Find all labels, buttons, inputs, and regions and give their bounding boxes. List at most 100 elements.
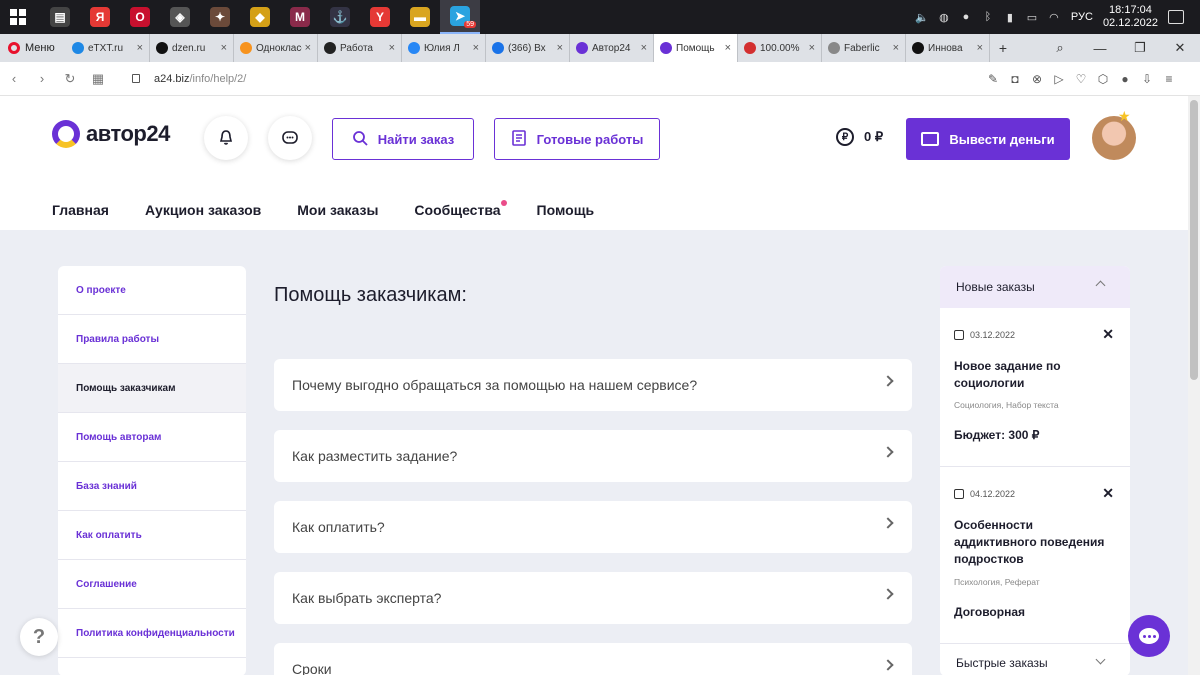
restore-icon[interactable]: ❐ <box>1120 40 1160 56</box>
browser-tab[interactable]: eTXT.ru × <box>66 34 150 62</box>
tab-close-icon[interactable]: × <box>137 42 143 54</box>
faq-item[interactable]: Как выбрать эксперта? <box>274 572 912 624</box>
language-indicator[interactable]: РУС <box>1071 11 1093 23</box>
new-orders-header[interactable]: Новые заказы <box>940 266 1130 308</box>
help-button[interactable]: ? <box>20 618 58 656</box>
ready-works-button[interactable]: Готовые работы <box>494 118 660 160</box>
taskbar-app-world-of-tanks[interactable]: ◈ <box>160 0 200 34</box>
taskbar-app-task-view[interactable]: ▤ <box>40 0 80 34</box>
withdraw-button[interactable]: Вывести деньги <box>906 118 1070 160</box>
scrollbar-thumb[interactable] <box>1190 100 1198 380</box>
browser-tab[interactable]: Помощь × <box>654 34 738 62</box>
messages-button[interactable] <box>268 116 312 160</box>
tab-close-icon[interactable]: × <box>641 42 647 54</box>
sidebar-item[interactable]: Как оплатить <box>58 511 246 560</box>
speed-dial-icon[interactable]: ▦ <box>84 71 112 87</box>
minimize-icon[interactable]: — <box>1080 41 1120 56</box>
order-card[interactable]: 04.12.2022 ✕ Особенности аддиктивного пове… <box>940 467 1130 644</box>
browser-tab[interactable]: Работа × <box>318 34 402 62</box>
sidebar-item[interactable]: База знаний <box>58 462 246 511</box>
volume-icon[interactable]: 🔈 <box>915 10 929 24</box>
sidebar-item[interactable]: Соглашение <box>58 560 246 609</box>
sidebar-item[interactable]: Помощь авторам <box>58 413 246 462</box>
browser-tab[interactable]: Иннова × <box>906 34 990 62</box>
browser-tab[interactable]: (366) Вх × <box>486 34 570 62</box>
tab-close-icon[interactable]: × <box>389 42 395 54</box>
nav-item[interactable]: Помощь <box>537 202 595 218</box>
faq-item[interactable]: Как оплатить? <box>274 501 912 553</box>
taskbar-app-file-explorer[interactable]: ▬ <box>400 0 440 34</box>
adblock-icon[interactable]: ⊗ <box>1026 72 1048 86</box>
notifications-button[interactable] <box>204 116 248 160</box>
browser-tab[interactable]: Faberlic × <box>822 34 906 62</box>
taskbar-app-game[interactable]: ✦ <box>200 0 240 34</box>
find-order-button[interactable]: Найти заказ <box>332 118 474 160</box>
tab-close-icon[interactable]: × <box>893 42 899 54</box>
browser-tab[interactable]: dzen.ru × <box>150 34 234 62</box>
taskbar-app-yandex[interactable]: Я <box>80 0 120 34</box>
page-scrollbar[interactable] <box>1188 96 1200 675</box>
shield-icon[interactable]: ◍ <box>937 10 951 24</box>
wifi-icon[interactable]: ◠ <box>1047 10 1061 24</box>
sidebar-item[interactable]: Помощь заказчикам <box>58 364 246 413</box>
taskbar-app-telegram[interactable]: ➤ 59 <box>440 0 480 34</box>
order-card[interactable]: 03.12.2022 ✕ Новое задание по социологии Со… <box>940 308 1130 467</box>
yandex-disk-icon[interactable]: ● <box>959 10 973 24</box>
taskbar-app-yandex-browser[interactable]: Y <box>360 0 400 34</box>
sidebar-item[interactable]: О проекте <box>58 266 246 315</box>
notifications-icon[interactable] <box>1168 10 1184 24</box>
chat-button[interactable] <box>1128 615 1170 657</box>
edit-icon[interactable]: ✎ <box>982 72 1004 86</box>
nav-item[interactable]: Аукцион заказов <box>145 202 261 218</box>
balance[interactable]: ₽ 0 ₽ <box>836 128 883 146</box>
close-icon[interactable]: ✕ <box>1102 326 1114 343</box>
nav-item[interactable]: Мои заказы <box>297 202 378 218</box>
start-button[interactable] <box>0 0 36 34</box>
heart-icon[interactable]: ♡ <box>1070 72 1092 86</box>
faq-item[interactable]: Как разместить задание? <box>274 430 912 482</box>
order-title[interactable]: Новое задание по социологии <box>954 358 1118 392</box>
browser-tab[interactable]: Юлия Л × <box>402 34 486 62</box>
tab-close-icon[interactable]: × <box>977 42 983 54</box>
site-logo[interactable]: автор24 <box>52 120 170 148</box>
battery-icon[interactable]: ▭ <box>1025 10 1039 24</box>
search-tabs-icon[interactable]: ⌕ <box>1040 40 1080 56</box>
profile-icon[interactable]: ● <box>1114 72 1136 86</box>
tab-close-icon[interactable]: × <box>221 42 227 54</box>
browser-tab[interactable]: Автор24 × <box>570 34 654 62</box>
nav-item[interactable]: Главная <box>52 202 109 218</box>
quick-orders-header[interactable]: Быстрые заказы <box>940 650 1130 675</box>
close-window-icon[interactable]: ✕ <box>1160 40 1200 56</box>
browser-tab[interactable]: Одноклассники× <box>234 34 318 62</box>
send-icon[interactable]: ▷ <box>1048 72 1070 86</box>
sidebar-item[interactable]: Политика конфиденциальности <box>58 609 246 658</box>
download-icon[interactable]: ⇩ <box>1136 72 1158 86</box>
tab-close-icon[interactable]: × <box>305 42 311 54</box>
camera-icon[interactable]: ◘ <box>1004 72 1026 86</box>
nav-item[interactable]: Сообщества <box>414 200 507 218</box>
microphone-icon[interactable]: ▮ <box>1003 10 1017 24</box>
browser-tab[interactable]: 100.00% × <box>738 34 822 62</box>
taskbar-app-app-m[interactable]: M <box>280 0 320 34</box>
order-title[interactable]: Особенности аддиктивного поведения подро… <box>954 517 1118 568</box>
taskbar-app-opera[interactable]: O <box>120 0 160 34</box>
easy-setup-icon[interactable]: ≡ <box>1158 72 1180 86</box>
taskbar-app-warships[interactable]: ⚓ <box>320 0 360 34</box>
forward-icon[interactable]: › <box>28 71 56 86</box>
faq-item[interactable]: Почему выгодно обращаться за помощью на … <box>274 359 912 411</box>
faq-item[interactable]: Сроки <box>274 643 912 675</box>
reload-icon[interactable]: ↻ <box>56 71 84 87</box>
tab-close-icon[interactable]: × <box>725 42 731 54</box>
tab-close-icon[interactable]: × <box>557 42 563 54</box>
close-icon[interactable]: ✕ <box>1102 485 1114 502</box>
bluetooth-icon[interactable]: ᛒ <box>981 10 995 24</box>
url-field[interactable]: a24.biz/info/help/2/ <box>132 73 246 85</box>
clock[interactable]: 18:17:04 02.12.2022 <box>1103 4 1158 30</box>
tab-close-icon[interactable]: × <box>809 42 815 54</box>
extensions-icon[interactable]: ⬡ <box>1092 72 1114 86</box>
opera-menu-button[interactable]: Меню <box>0 34 66 62</box>
taskbar-app-binance[interactable]: ◆ <box>240 0 280 34</box>
sidebar-item[interactable]: Правила работы <box>58 315 246 364</box>
tab-close-icon[interactable]: × <box>473 42 479 54</box>
new-tab-button[interactable]: + <box>990 34 1016 62</box>
